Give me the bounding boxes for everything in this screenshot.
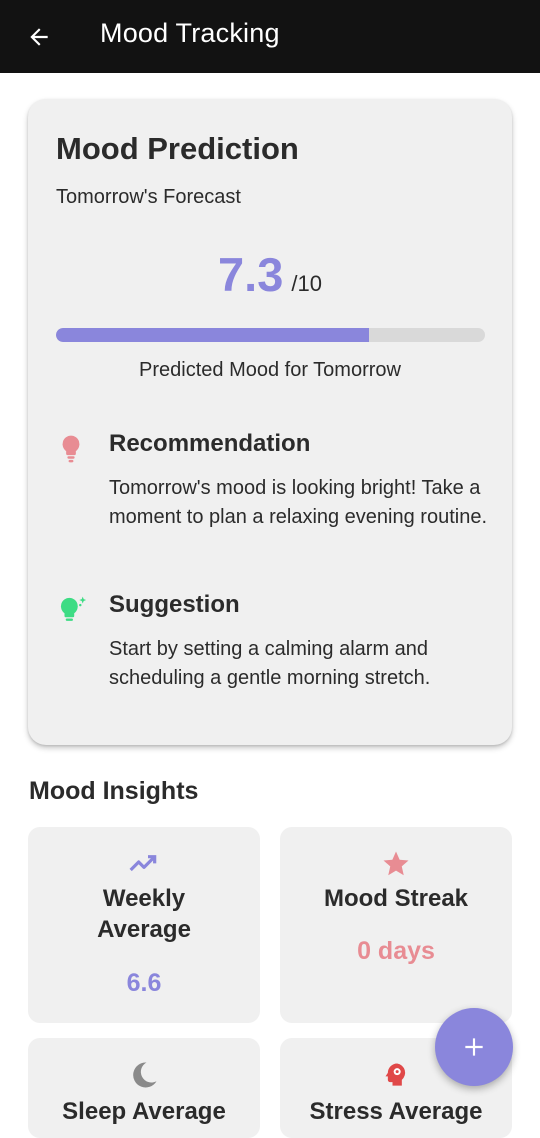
back-button[interactable]	[22, 20, 56, 54]
star-icon	[383, 851, 409, 876]
mood-streak-value: 0 days	[357, 937, 435, 965]
weekly-average-label: Weekly Average	[97, 885, 191, 943]
add-mood-button[interactable]	[435, 1008, 513, 1086]
suggestion-text: Start by setting a calming alarm and sch…	[109, 638, 431, 689]
app-bar: Mood Tracking	[0, 0, 540, 73]
sleep-average-tile[interactable]: Sleep Average	[28, 1038, 260, 1138]
head-gear-icon	[385, 1063, 406, 1086]
lightbulb-sparkle-icon	[60, 596, 87, 621]
mood-progress-fill	[56, 328, 370, 342]
lightbulb-icon	[62, 435, 80, 463]
plus-icon	[465, 1038, 483, 1056]
sleep-average-label: Sleep Average	[62, 1098, 226, 1125]
arrow-back-icon	[30, 28, 48, 46]
mood-progress-bar	[56, 328, 485, 342]
weekly-average-value: 6.6	[126, 969, 162, 997]
insights-title: Mood Insights	[29, 777, 199, 805]
moon-icon	[133, 1062, 157, 1088]
trending-up-icon	[129, 855, 157, 872]
recommendation-heading: Recommendation	[109, 430, 311, 457]
suggestion-heading: Suggestion	[109, 591, 240, 618]
weekly-average-tile[interactable]: Weekly Average 6.6	[28, 827, 260, 1023]
recommendation-text: Tomorrow's mood is looking bright! Take …	[109, 477, 488, 528]
prediction-title: Mood Prediction	[56, 131, 299, 166]
prediction-caption: Predicted Mood for Tomorrow	[139, 359, 401, 381]
mood-streak-tile[interactable]: Mood Streak 0 days	[280, 827, 512, 1023]
stress-average-label: Stress Average	[309, 1098, 483, 1125]
score-max: /10	[291, 271, 322, 296]
prediction-subtitle: Tomorrow's Forecast	[56, 186, 241, 208]
mood-prediction-card: Mood Prediction Tomorrow's Forecast 7.3 …	[28, 99, 512, 745]
predicted-score: 7.3	[218, 248, 284, 301]
page-title: Mood Tracking	[100, 18, 280, 48]
score-row: 7.3 /10	[28, 247, 512, 302]
mood-streak-label: Mood Streak	[323, 885, 469, 912]
